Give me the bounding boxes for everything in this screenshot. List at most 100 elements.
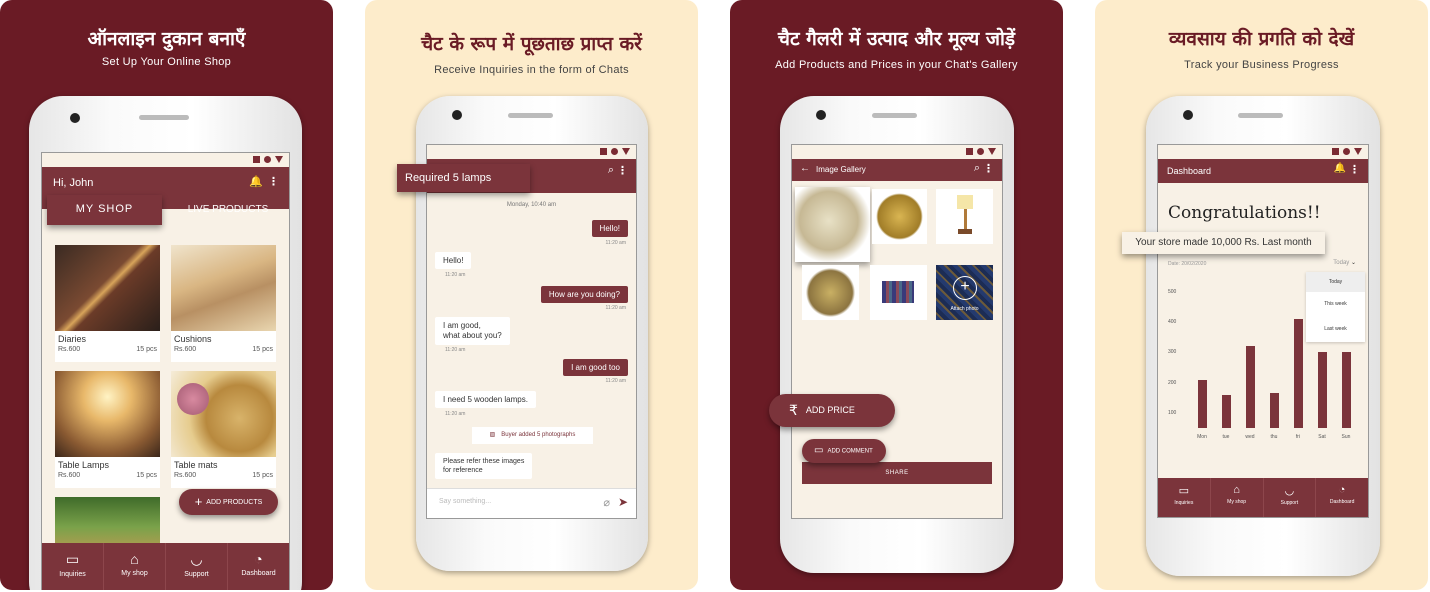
message-out: Hello! — [591, 220, 628, 237]
send-icon[interactable]: ➤ — [618, 495, 628, 509]
chat-icon: ▭ — [65, 551, 80, 567]
product-qty: 15 pcs — [136, 472, 157, 479]
attach-photo-tile[interactable]: + Attach photo — [936, 265, 993, 320]
gallery-header: ← Image Gallery ⌕ ⋮ — [792, 159, 1002, 181]
chart-bar[interactable] — [1245, 346, 1255, 428]
camera-icon — [70, 113, 80, 123]
product-card[interactable]: Cushions Rs.600 15 pcs — [171, 245, 276, 362]
gallery-image[interactable] — [872, 189, 927, 244]
dashboard-title: Dashboard — [1167, 166, 1212, 176]
x-tick-label: thu — [1270, 434, 1278, 440]
add-comment-button[interactable]: ▭ ADD COMMENT — [802, 439, 886, 463]
phone-frame: ← Image Gallery ⌕ ⋮ + Attach photo SHARE — [780, 96, 1014, 573]
search-icon[interactable]: ⌕ — [974, 162, 980, 175]
shop-icon: ⌂ — [1233, 484, 1240, 496]
search-icon[interactable]: ⌕ — [608, 164, 614, 177]
nav-dashboard[interactable]: ◔ Dashboard — [228, 543, 289, 590]
y-tick-label: 400 — [1168, 319, 1177, 326]
speaker — [139, 115, 189, 120]
gallery-image[interactable] — [802, 265, 859, 320]
chart-bar[interactable] — [1221, 394, 1231, 428]
message-input[interactable]: Say something... — [439, 498, 491, 505]
y-tick-label: 500 — [1168, 289, 1177, 296]
bottom-nav: ▭ Inquiries ⌂ My shop ◡ Support ◔ Dashboard — [42, 543, 289, 590]
plus-icon: + — [953, 276, 977, 300]
product-name: Table mats — [174, 460, 218, 470]
add-products-button[interactable]: + ADD PRODUCTS — [179, 489, 278, 515]
product-name: Cushions — [174, 334, 212, 344]
speaker — [872, 113, 917, 118]
message-out: I am good too — [563, 359, 628, 376]
date-label: Date: 20/02/2020 — [1168, 261, 1207, 267]
nav-support[interactable]: ◡ Support — [1264, 478, 1317, 517]
gallery-image[interactable] — [936, 189, 993, 244]
nav-my-shop[interactable]: ⌂ My shop — [104, 543, 166, 590]
nav-my-shop[interactable]: ⌂ My shop — [1211, 478, 1264, 517]
attach-photo-label: Attach photo — [950, 306, 979, 312]
share-button[interactable]: SHARE — [802, 462, 992, 484]
x-tick-label: fri — [1295, 434, 1301, 440]
chevron-down-icon: ⌄ — [1350, 260, 1356, 266]
nav-dashboard[interactable]: ◔ Dashboard — [1316, 478, 1368, 517]
chart-bar[interactable] — [1317, 352, 1327, 428]
message-out: How are you doing? — [540, 286, 628, 303]
panel-subtitle: Receive Inquiries in the form of Chats — [434, 64, 629, 76]
message-in: I am good, what about you? — [435, 317, 510, 345]
x-tick-label: wed — [1245, 434, 1255, 440]
panel-dashboard: व्यवसाय की प्रगति को देखें Track your Bu… — [1095, 0, 1428, 590]
product-card[interactable]: Table Lamps Rs.600 15 pcs — [55, 371, 160, 488]
camera-icon — [1183, 110, 1193, 120]
product-image — [55, 245, 160, 331]
dashboard-header: Dashboard 🔔 ⋮ — [1158, 159, 1368, 183]
product-price: Rs.600 — [58, 472, 81, 479]
image-icon: ▨ — [489, 432, 496, 438]
product-card[interactable]: Table mats Rs.600 15 pcs — [171, 371, 276, 488]
message-in: Hello! — [435, 252, 472, 269]
more-icon[interactable]: ⋮ — [617, 164, 628, 177]
screen: ⌕ ⋮ Monday, 10:40 am Hello! 11:20 am Hel… — [426, 144, 637, 519]
gallery-image[interactable] — [870, 265, 927, 320]
more-icon[interactable]: ⋮ — [268, 175, 279, 188]
product-price: Rs.600 — [174, 472, 197, 479]
bell-icon[interactable]: 🔔 — [1334, 163, 1346, 174]
y-tick-label: 200 — [1168, 379, 1177, 386]
nav-inquiries[interactable]: ▭ Inquiries — [42, 543, 104, 590]
sales-chart: 500 400 300 200 100 Mon tue wed thu fri Sat Sun — [1168, 275, 1358, 450]
add-price-button[interactable]: ₹ ADD PRICE — [769, 394, 895, 427]
chart-bar[interactable] — [1197, 379, 1207, 428]
callout-store-earnings: Your store made 10,000 Rs. Last month — [1122, 232, 1325, 254]
x-tick-label: tue — [1222, 434, 1230, 440]
panel-subtitle: Track your Business Progress — [1184, 59, 1339, 71]
screen: Hi, John 🔔 ⋮ MY SHOP LIVE PRODUCTS Diari… — [41, 152, 290, 590]
chart-bar[interactable] — [1341, 352, 1351, 428]
product-card[interactable]: Diaries Rs.600 15 pcs — [55, 245, 160, 362]
product-price: Rs.600 — [174, 346, 197, 353]
product-image — [171, 245, 276, 331]
speaker — [1238, 113, 1283, 118]
rupee-icon: ₹ — [789, 402, 798, 419]
gallery-image-selected[interactable] — [795, 187, 870, 262]
gauge-icon: ◔ — [1338, 484, 1346, 496]
product-image — [55, 371, 160, 457]
chart-bar[interactable] — [1269, 393, 1279, 428]
x-tick-label: Sun — [1341, 434, 1351, 440]
panel-chats: चैट के रूप में पूछताछ प्राप्त करें Recei… — [365, 0, 698, 590]
nav-inquiries[interactable]: ▭ Inquiries — [1158, 478, 1211, 517]
more-icon[interactable]: ⋮ — [1349, 163, 1360, 176]
message-time: 11:20 am — [605, 240, 626, 246]
gauge-icon: ◔ — [254, 551, 263, 567]
message-time: 11:20 am — [605, 305, 626, 311]
attach-icon[interactable]: ⌀ — [603, 496, 610, 509]
period-dropdown[interactable]: Today ⌄ — [1333, 259, 1356, 266]
bell-icon[interactable]: 🔔 — [249, 175, 263, 188]
nav-support[interactable]: ◡ Support — [166, 543, 228, 590]
tab-live-products[interactable]: LIVE PRODUCTS — [169, 199, 287, 221]
back-arrow-icon[interactable]: ← — [800, 163, 810, 174]
compose-bar: Say something... ⌀ ➤ — [427, 488, 636, 518]
chart-bar[interactable] — [1293, 319, 1303, 428]
more-icon[interactable]: ⋮ — [983, 162, 994, 175]
panel-title: चैट गैलरी में उत्पाद और मूल्य जोड़ें — [777, 28, 1016, 50]
photos-added-notice[interactable]: ▨ Buyer added 5 photographs — [472, 427, 593, 444]
tab-my-shop[interactable]: MY SHOP — [47, 195, 162, 225]
headset-icon: ◡ — [1284, 485, 1295, 497]
